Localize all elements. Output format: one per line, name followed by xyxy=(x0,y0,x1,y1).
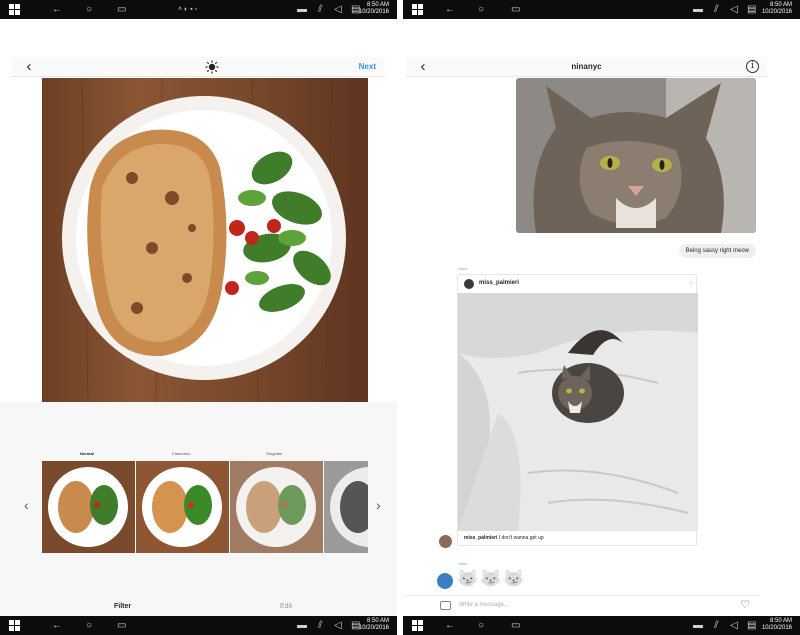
sent-cat-photo[interactable] xyxy=(516,78,756,233)
sender-avatar[interactable] xyxy=(439,535,452,548)
notification-icon[interactable]: ▤ xyxy=(747,3,756,16)
taskbar-bottom: ← ○ ▭ ▬ ⫽ ◁ ▤ 8:50 AM 10/20/2016 xyxy=(0,616,397,635)
reactor-avatar[interactable] xyxy=(437,573,453,589)
reaction-seen-label: Seen xyxy=(458,561,468,566)
brightness-adjust-icon[interactable] xyxy=(205,60,219,74)
cat-emoji-reaction: 😼 xyxy=(457,569,479,588)
clock: 8:50 AM 10/20/2016 xyxy=(358,618,389,631)
windows-start-icon[interactable] xyxy=(412,620,423,631)
camera-icon[interactable] xyxy=(440,601,451,610)
network-icon: ⫽ xyxy=(318,4,323,15)
filter-label-normal: Normal xyxy=(80,451,94,456)
windows-start-icon[interactable] xyxy=(9,620,20,631)
battery-icon: ▬ xyxy=(693,4,703,15)
taskbar-bottom: ← ○ ▭ ▬ ⫽ ◁ ▤ 8:50 AM 10/20/2016 xyxy=(403,616,800,635)
filter-thumbnail-normal[interactable] xyxy=(42,461,135,553)
scroll-right-arrow-icon[interactable]: › xyxy=(376,497,381,513)
conversation-title: ninanyc xyxy=(571,62,602,71)
battery-icon: ▬ xyxy=(693,620,703,631)
taskbar-top: ← ○ ▭ ˄ ◐ ▪ ▫ ▬ ⫽ ◁ ▤ 8:50 AM 10/20/2016 xyxy=(0,0,397,19)
search-icon[interactable]: ○ xyxy=(478,3,484,16)
filter-label-clarendon: Clarendon xyxy=(172,451,191,456)
battery-icon: ▬ xyxy=(297,4,307,15)
back-arrow-icon[interactable]: ← xyxy=(445,3,455,16)
filter-thumbnail-next[interactable] xyxy=(324,461,368,553)
filter-thumbnail-gingham[interactable] xyxy=(230,461,323,553)
message-input[interactable]: Write a message... xyxy=(459,602,509,608)
message-composer: Write a message... ♡ xyxy=(403,595,760,616)
task-view-icon[interactable]: ▭ xyxy=(117,3,126,16)
network-icon: ⫽ xyxy=(318,620,323,631)
editor-header: ‹ Next xyxy=(12,57,385,77)
shared-post-header[interactable]: miss_palmieri › xyxy=(458,275,698,293)
shared-post-card[interactable]: miss_palmieri › miss_palmieri I don't wa… xyxy=(457,274,698,546)
search-icon[interactable]: ○ xyxy=(86,619,92,632)
food-photo-preview xyxy=(42,78,368,402)
heart-icon[interactable]: ♡ xyxy=(740,598,750,611)
cat-emoji-reaction: 😼 xyxy=(503,569,525,588)
volume-icon: ◁ xyxy=(334,620,342,631)
clock: 8:50 AM 10/20/2016 xyxy=(761,618,792,631)
task-view-icon[interactable]: ▭ xyxy=(117,619,126,632)
info-icon[interactable]: i xyxy=(746,60,759,73)
tab-filter[interactable]: Filter xyxy=(114,603,131,610)
task-view-icon[interactable]: ▭ xyxy=(511,619,520,632)
notification-icon[interactable]: ▤ xyxy=(747,619,756,632)
windows-start-icon[interactable] xyxy=(9,4,20,15)
back-arrow-icon[interactable]: ← xyxy=(445,619,455,632)
taskbar-top: ← ○ ▭ ▬ ⫽ ◁ ▤ 8:50 AM 10/20/2016 xyxy=(403,0,800,19)
cat-emoji-reaction: 😼 xyxy=(480,569,502,588)
task-view-icon[interactable]: ▭ xyxy=(511,3,520,16)
avatar xyxy=(464,279,474,289)
volume-icon: ◁ xyxy=(730,4,738,15)
shared-post-username[interactable]: miss_palmieri xyxy=(479,280,519,286)
search-icon[interactable]: ○ xyxy=(86,3,92,16)
volume-icon: ◁ xyxy=(730,620,738,631)
scroll-left-arrow-icon[interactable]: ‹ xyxy=(24,497,29,513)
back-arrow-icon[interactable]: ← xyxy=(52,619,62,632)
seen-label: Seen xyxy=(458,266,468,271)
search-icon[interactable]: ○ xyxy=(478,619,484,632)
filter-label-gingham: Gingham xyxy=(266,451,283,456)
back-chevron-icon[interactable]: ‹ xyxy=(21,57,37,77)
filter-thumbnail-clarendon[interactable] xyxy=(136,461,229,553)
message-bubble: Being sassy right meow xyxy=(678,244,756,258)
volume-icon: ◁ xyxy=(334,4,342,15)
battery-icon: ▬ xyxy=(297,620,307,631)
chevron-right-icon: › xyxy=(689,278,692,287)
network-icon: ⫽ xyxy=(714,4,719,15)
tab-edit[interactable]: Edit xyxy=(280,603,292,610)
network-icon: ⫽ xyxy=(714,620,719,631)
shared-post-caption: miss_palmieri I don't wanna get up xyxy=(464,535,544,541)
next-button[interactable]: Next xyxy=(359,62,376,71)
clock: 8:50 AM 10/20/2016 xyxy=(358,2,389,15)
back-arrow-icon[interactable]: ← xyxy=(52,3,62,16)
windows-start-icon[interactable] xyxy=(412,4,423,15)
left-screen: ← ○ ▭ ˄ ◐ ▪ ▫ ▬ ⫽ ◁ ▤ 8:50 AM 10/20/2016… xyxy=(0,0,397,635)
system-icons: ˄ ◐ ▪ ▫ xyxy=(178,6,198,13)
clock: 8:50 AM 10/20/2016 xyxy=(761,2,792,15)
conversation-header: ‹ ninanyc i xyxy=(406,57,767,77)
shared-post-photo[interactable] xyxy=(458,293,698,531)
